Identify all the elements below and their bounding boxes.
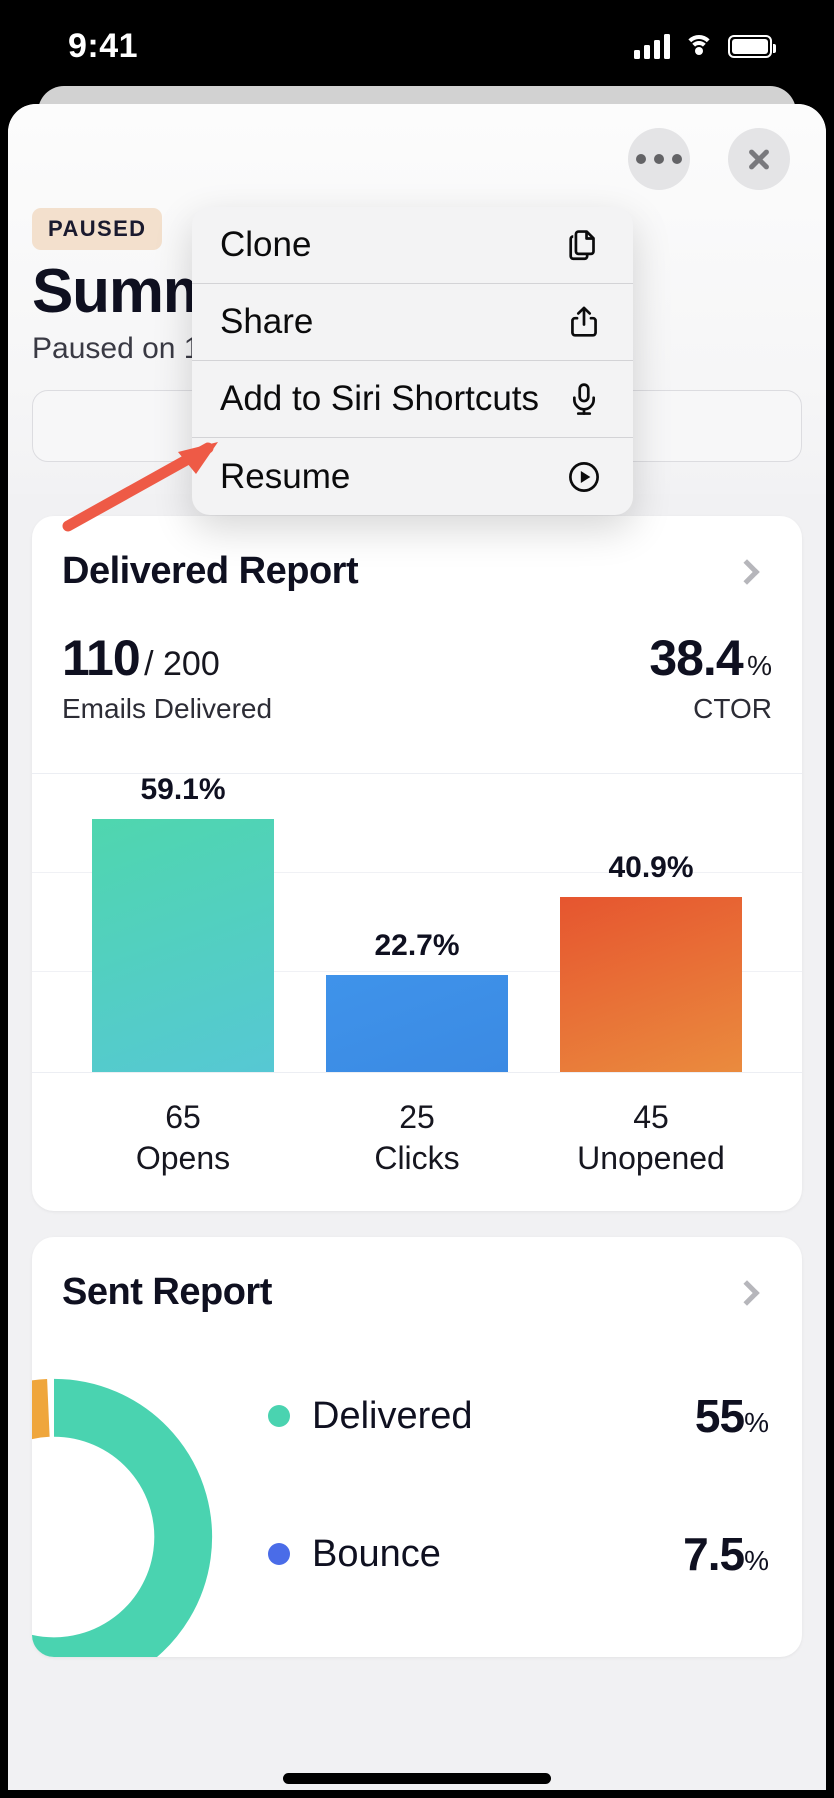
menu-item-label: Share (220, 302, 314, 341)
delivered-report-card[interactable]: Delivered Report 110 / 200 Emails Delive… (32, 516, 802, 1211)
axis-item: 65 Opens (92, 1099, 274, 1177)
more-options-button[interactable] (628, 128, 690, 190)
delivered-report-title: Delivered Report (62, 550, 359, 592)
chevron-right-icon[interactable] (734, 1279, 760, 1306)
axis-item: 45 Unopened (560, 1099, 742, 1177)
context-menu[interactable]: Clone Share Add to Siri Shortcuts Resume (192, 207, 633, 515)
menu-item-label: Resume (220, 456, 351, 496)
axis-count: 25 (399, 1099, 435, 1135)
delivered-bar-chart: 59.1% 22.7% 40.9% (32, 773, 802, 1073)
delivered-stats-row: 110 / 200 Emails Delivered 38.4 % CTOR (32, 593, 802, 731)
ctor-unit: % (747, 650, 772, 681)
axis-label: Opens (135, 1140, 231, 1176)
sheet-body: Delivered Report 110 / 200 Emails Delive… (8, 494, 826, 1790)
phone-screen: 9:41 PAUSED Summe Paused on 11 A Sum (0, 0, 834, 1798)
status-bar: 9:41 (0, 0, 834, 92)
bar-clicks (326, 975, 508, 1072)
legend-color-dot (268, 1543, 290, 1565)
sent-report-legend: Delivered 55% Bounce 7.5% (268, 1389, 769, 1657)
status-bar-icons (634, 33, 776, 59)
bar-value-label: 40.9% (608, 851, 694, 884)
menu-item-add-to-siri-shortcuts[interactable]: Add to Siri Shortcuts (192, 361, 633, 438)
bar-value-label: 22.7% (374, 929, 460, 962)
menu-item-clone[interactable]: Clone (192, 207, 633, 284)
emails-delivered-caption: Emails Delivered (62, 693, 273, 724)
play-circle-icon (563, 456, 605, 498)
bar-unopened (560, 897, 742, 1072)
axis-label: Clicks (374, 1140, 460, 1176)
wifi-icon (684, 34, 714, 58)
sent-report-card[interactable]: Sent Report Delivered 55% Bounce 7.5% (32, 1237, 802, 1657)
bar-column: 59.1% (92, 773, 274, 1072)
ctor-value: 38.4 (649, 630, 743, 686)
emails-delivered-stat: 110 / 200 Emails Delivered (62, 629, 272, 725)
menu-item-label: Clone (220, 225, 312, 264)
legend-label: Bounce (312, 1532, 441, 1575)
status-bar-clock: 9:41 (68, 26, 139, 65)
menu-item-resume[interactable]: Resume (192, 438, 633, 515)
legend-item: Bounce 7.5% (268, 1527, 769, 1581)
documents-copy-icon (563, 224, 605, 266)
ctor-caption: CTOR (693, 693, 772, 724)
share-icon (563, 301, 605, 343)
axis-label: Unopened (577, 1140, 725, 1176)
axis-count: 65 (165, 1099, 201, 1135)
emails-delivered-value: 110 (62, 630, 141, 686)
ctor-stat: 38.4 % CTOR (649, 629, 772, 725)
legend-value: 7.5% (683, 1528, 769, 1580)
bar-column: 22.7% (326, 774, 508, 1072)
close-button[interactable] (728, 128, 790, 190)
sent-donut-chart (32, 1367, 224, 1657)
more-icon (636, 154, 682, 164)
microphone-icon (563, 378, 605, 420)
battery-icon (728, 34, 776, 58)
emails-delivered-total: / 200 (144, 645, 220, 683)
axis-count: 45 (633, 1099, 669, 1135)
bar-opens (92, 819, 274, 1072)
bar-column: 40.9% (560, 774, 742, 1072)
bar-chart-axis: 65 Opens 25 Clicks 45 Unopened (32, 1073, 802, 1211)
legend-color-dot (268, 1405, 290, 1427)
cellular-signal-icon (634, 33, 670, 59)
sent-report-title: Sent Report (62, 1271, 272, 1313)
legend-item: Delivered 55% (268, 1389, 769, 1443)
sent-report-header[interactable]: Sent Report (32, 1237, 802, 1314)
legend-label: Delivered (312, 1394, 473, 1437)
chevron-right-icon[interactable] (734, 558, 760, 585)
delivered-report-header[interactable]: Delivered Report (32, 516, 802, 593)
home-indicator (283, 1773, 551, 1784)
status-badge: PAUSED (32, 208, 163, 250)
bar-value-label: 59.1% (140, 773, 226, 806)
donut-svg (32, 1378, 213, 1657)
legend-value: 55% (694, 1390, 769, 1442)
menu-item-share[interactable]: Share (192, 284, 633, 361)
axis-item: 25 Clicks (326, 1099, 508, 1177)
menu-item-label: Add to Siri Shortcuts (220, 379, 540, 418)
bar-chart-bars: 59.1% 22.7% 40.9% (32, 773, 802, 1072)
close-icon (744, 144, 774, 174)
